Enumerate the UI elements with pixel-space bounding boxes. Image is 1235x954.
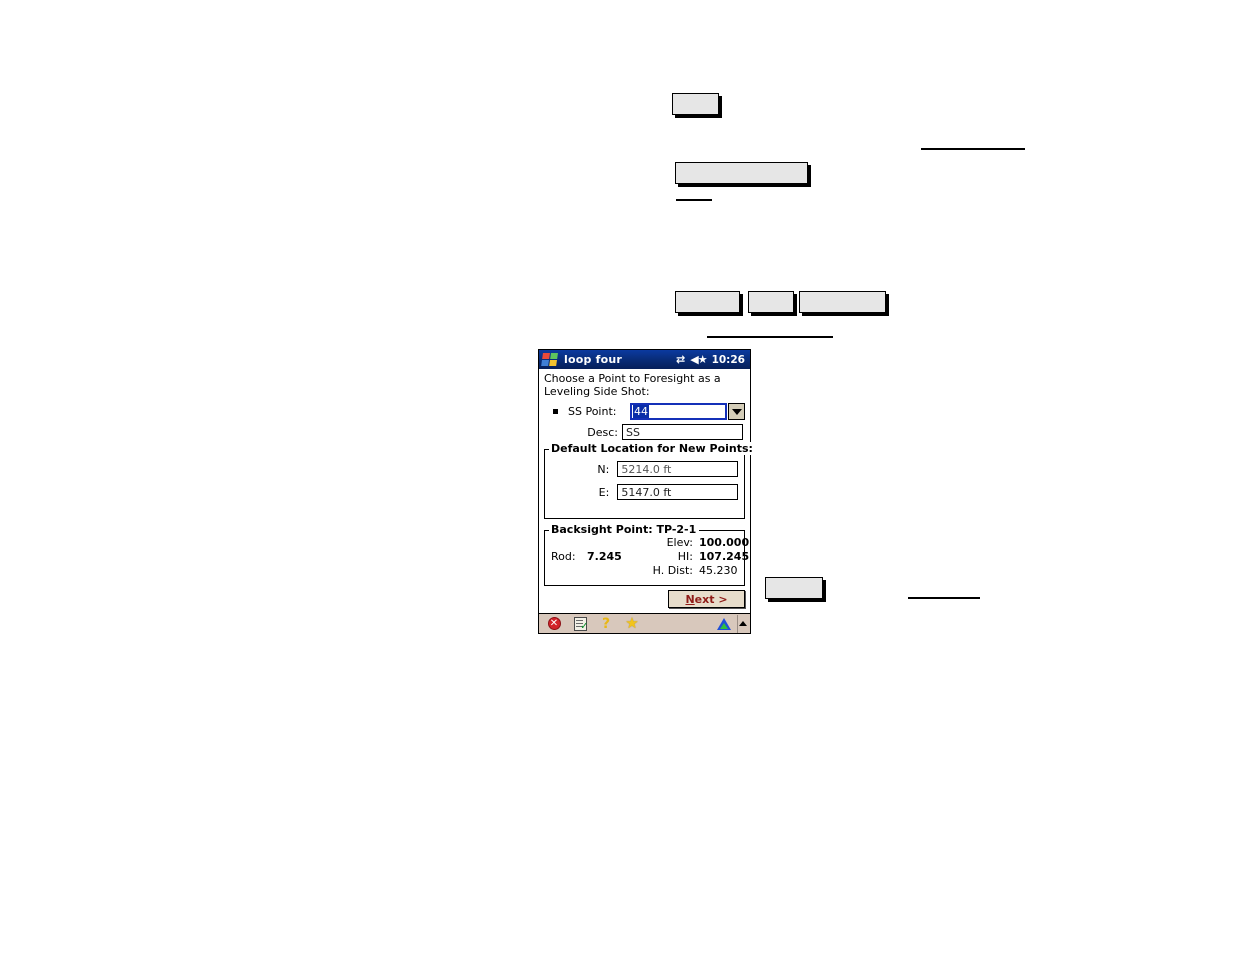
callout-box-1 xyxy=(672,93,719,115)
backsight-group: Backsight Point: TP-2-1 Elev: 100.000 Ro… xyxy=(544,523,749,586)
desc-row: Desc: SS xyxy=(544,424,745,440)
rod-label: Rod: xyxy=(551,550,576,563)
pda-titlebar: loop four ⇄ ◀★ 10:26 xyxy=(539,350,750,369)
north-row: N: 5214.0 ft xyxy=(551,461,738,477)
pda-clock[interactable]: 10:26 xyxy=(712,354,745,366)
next-button-accel: N xyxy=(685,592,695,606)
backsight-values-grid: Elev: 100.000 Rod: 7.245 HI: 107.245 H. … xyxy=(551,536,749,577)
windows-start-flag-icon[interactable] xyxy=(541,352,560,367)
favorites-star-icon[interactable]: ★ xyxy=(619,615,645,633)
east-row: E: 5147.0 ft xyxy=(551,484,738,500)
expand-up-arrow-icon[interactable] xyxy=(737,614,748,633)
rule-2 xyxy=(676,199,712,201)
pda-titlebar-status: ⇄ ◀★ 10:26 xyxy=(676,354,747,366)
hi-value: 107.245 xyxy=(699,550,750,563)
default-location-legend: Default Location for New Points: xyxy=(549,442,756,455)
callout-box-5 xyxy=(799,291,886,313)
connectivity-icon[interactable]: ⇄ xyxy=(676,354,685,365)
ss-point-label: SS Point: xyxy=(568,405,617,418)
backsight-legend: Backsight Point: TP-2-1 xyxy=(549,523,700,536)
next-button[interactable]: Next > xyxy=(668,590,745,608)
hi-label: HI: xyxy=(677,550,693,563)
help-question-icon[interactable]: ? xyxy=(593,615,619,633)
rod-value: 7.245 xyxy=(587,550,622,563)
hdist-value: 45.230 xyxy=(699,564,738,577)
survey-tripod-icon[interactable] xyxy=(711,615,737,633)
rule-4 xyxy=(908,597,980,599)
pda-app-title: loop four xyxy=(564,353,622,366)
pda-client-area: Choose a Point to Foresight as a Levelin… xyxy=(539,369,756,614)
close-circle-icon[interactable]: ✕ xyxy=(541,615,567,633)
callout-box-6 xyxy=(765,577,823,599)
next-button-label: ext > xyxy=(694,592,728,606)
ss-point-combobox[interactable]: 44 xyxy=(630,403,745,420)
desc-label: Desc: xyxy=(587,425,618,439)
default-location-group: Default Location for New Points: N: 5214… xyxy=(544,442,756,519)
north-input[interactable]: 5214.0 ft xyxy=(617,461,738,477)
north-label: N: xyxy=(597,462,610,476)
square-bullet-icon xyxy=(553,409,558,414)
callout-box-3 xyxy=(675,291,740,313)
ss-point-row: SS Point: 44 xyxy=(544,403,745,420)
speaker-muted-icon[interactable]: ◀★ xyxy=(690,354,707,365)
callout-box-4 xyxy=(748,291,794,313)
elev-value: 100.000 xyxy=(699,536,750,549)
document-check-icon[interactable] xyxy=(567,615,593,633)
prompt-text: Choose a Point to Foresight as a Levelin… xyxy=(544,372,721,398)
pda-taskbar: ✕ ? ★ xyxy=(539,613,750,633)
callout-box-2 xyxy=(675,162,808,184)
chevron-down-icon xyxy=(731,408,742,415)
ss-point-dropdown-button[interactable] xyxy=(728,403,745,420)
ss-point-input[interactable]: 44 xyxy=(630,403,727,420)
elev-label: Elev: xyxy=(666,536,693,549)
hdist-label: H. Dist: xyxy=(652,564,693,577)
pda-device-window: loop four ⇄ ◀★ 10:26 Choose a Point to F… xyxy=(538,349,756,634)
east-label: E: xyxy=(598,485,610,499)
rule-3 xyxy=(707,336,833,338)
desc-input[interactable]: SS xyxy=(622,424,743,440)
rule-1 xyxy=(921,148,1025,150)
east-input[interactable]: 5147.0 ft xyxy=(617,484,738,500)
ss-point-value: 44 xyxy=(633,405,649,418)
